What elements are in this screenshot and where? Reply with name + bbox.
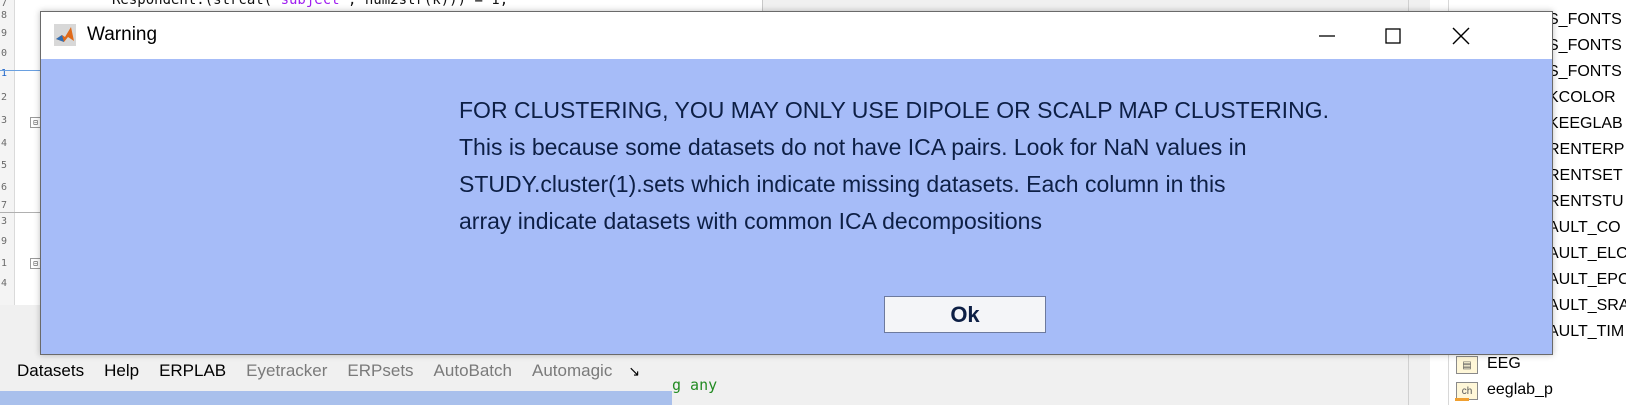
close-button[interactable]	[1433, 12, 1489, 59]
line-number: 9	[1, 28, 8, 39]
code-text: Respondent.(strcat('	[112, 0, 281, 8]
dialog-titlebar[interactable]: Warning	[41, 12, 1552, 59]
workspace-row[interactable]: S_FONTS	[1548, 37, 1622, 55]
message-line: This is because some datasets do not hav…	[459, 134, 1247, 160]
warning-message: FOR CLUSTERING, YOU MAY ONLY USE DIPOLE …	[459, 92, 1499, 240]
maximize-icon	[1385, 27, 1401, 44]
minimize-button[interactable]	[1299, 12, 1355, 59]
workspace-row[interactable]: AULT_CO	[1548, 219, 1621, 237]
message-line: STUDY.cluster(1).sets which indicate mis…	[459, 171, 1226, 197]
workspace-row[interactable]: KCOLOR	[1548, 89, 1616, 107]
line-number: 1	[1, 258, 8, 269]
workspace-row[interactable]: AULT_SRA	[1548, 297, 1626, 315]
line-number-gutter: 7 8 9 0 1 2 3 4 5 6 7 3 9 1 4	[0, 0, 15, 305]
line-number: 8	[1, 10, 8, 21]
code-line: Respondent.(strcat('subject', num2str(k)…	[112, 0, 508, 8]
message-line: array indicate datasets with common ICA …	[459, 208, 1042, 234]
line-number: 7	[1, 0, 8, 9]
message-line: FOR CLUSTERING, YOU MAY ONLY USE DIPOLE …	[459, 97, 1329, 123]
workspace-row[interactable]: AULT_ELC	[1548, 245, 1626, 263]
line-number: 4	[1, 138, 8, 149]
menu-autobatch[interactable]: AutoBatch	[434, 361, 512, 381]
line-number: 6	[1, 182, 8, 193]
menu-datasets[interactable]: Datasets	[17, 361, 84, 381]
overflow-arrow-icon[interactable]: ↘	[628, 363, 640, 380]
line-number: 3	[1, 216, 8, 227]
line-number: 0	[1, 48, 8, 59]
line-number: 9	[1, 236, 8, 247]
code-string: subject	[280, 0, 340, 8]
workspace-variable-eeglab-p[interactable]: eeglab_p	[1487, 381, 1553, 399]
workspace-row[interactable]: RENTSTU	[1548, 193, 1624, 211]
section-divider	[0, 212, 40, 213]
line-number: 2	[1, 92, 8, 103]
warning-dialog: Warning FOR CLUSTERING, YOU MAY ONLY USE…	[40, 11, 1553, 355]
workspace-row[interactable]: KEEGLAB	[1548, 115, 1623, 133]
menu-help[interactable]: Help	[104, 361, 139, 381]
struct-icon: ▤	[1456, 356, 1478, 374]
close-icon	[1452, 27, 1470, 44]
workspace-row[interactable]: S_FONTS	[1548, 11, 1622, 29]
maximize-button[interactable]	[1365, 12, 1421, 59]
code-comment: g any	[672, 376, 718, 394]
dialog-title: Warning	[87, 24, 158, 45]
figure-background	[0, 391, 672, 405]
menu-automagic[interactable]: Automagic	[532, 361, 612, 381]
workspace-row[interactable]: AULT_TIM	[1548, 323, 1624, 341]
line-number: 7	[1, 200, 8, 211]
matlab-logo-icon	[54, 24, 76, 46]
line-number: 4	[1, 278, 8, 289]
minimize-icon	[1319, 34, 1335, 37]
menu-erplab[interactable]: ERPLAB	[159, 361, 226, 381]
line-number: 5	[1, 160, 8, 171]
workspace-row[interactable]: AULT_EPC	[1548, 271, 1626, 289]
scroll-indicator	[1455, 398, 1469, 401]
menu-eyetracker[interactable]: Eyetracker	[246, 361, 327, 381]
workspace-row[interactable]: RENTSET	[1548, 167, 1623, 185]
ok-button[interactable]: Ok	[884, 296, 1046, 333]
menu-erpsets[interactable]: ERPsets	[347, 361, 413, 381]
eeglab-menu-bar: Datasets Help ERPLAB Eyetracker ERPsets …	[0, 355, 672, 387]
workspace-row[interactable]: RENTERP	[1548, 141, 1624, 159]
workspace-row[interactable]: S_FONTS	[1548, 63, 1622, 81]
line-number: 3	[1, 115, 8, 126]
workspace-variable-eeg[interactable]: EEG	[1487, 355, 1521, 373]
code-text: ', num2str(k))) = 1;	[339, 0, 509, 8]
current-line-marker	[0, 70, 40, 71]
